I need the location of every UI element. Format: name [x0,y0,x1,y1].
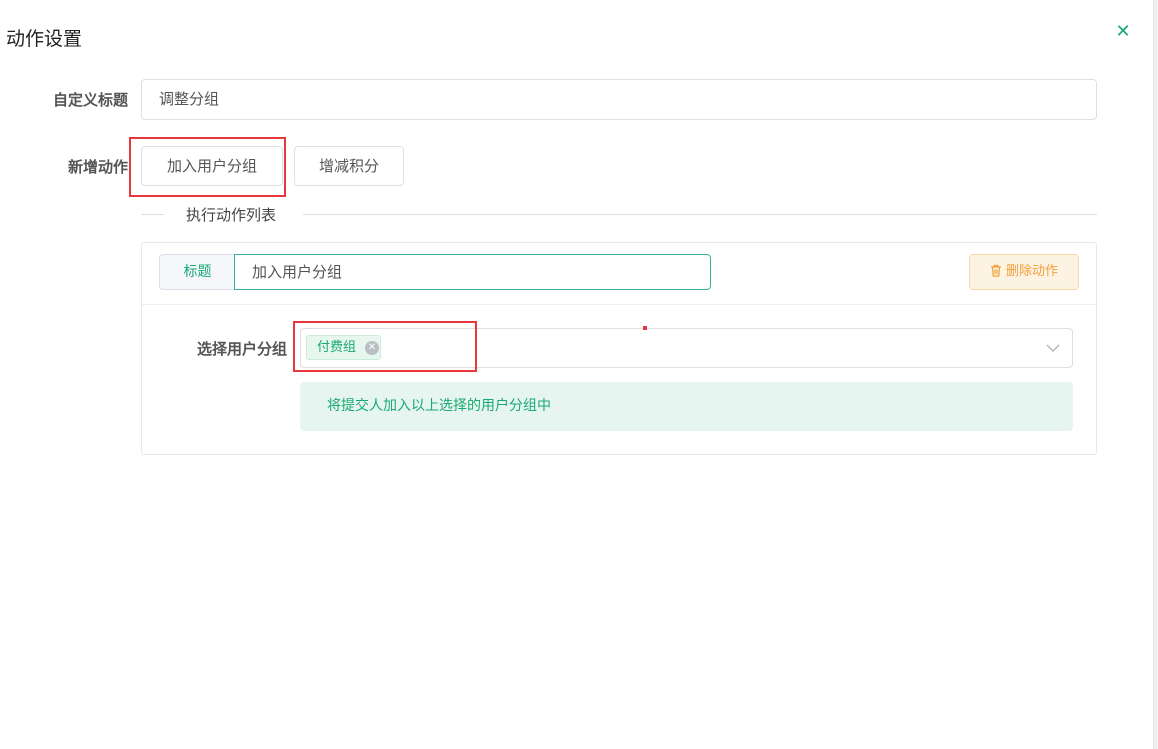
trash-icon [990,264,1001,277]
card-header-divider [142,304,1096,305]
custom-title-input[interactable]: 调整分组 [141,79,1097,120]
chevron-down-icon[interactable] [1046,343,1060,353]
add-user-group-button[interactable]: 加入用户分组 [141,146,283,186]
add-action-label: 新增动作 [67,158,128,176]
custom-title-label: 自定义标题 [52,91,128,109]
action-list-divider-text: 执行动作列表 [186,206,277,224]
user-group-select[interactable] [300,328,1073,368]
window-edge [1153,0,1158,749]
dialog-title: 动作设置 [6,28,83,50]
red-marker [643,326,647,330]
delete-action-label: 删除动作 [1005,264,1058,279]
close-icon[interactable]: ✕ [1113,22,1133,42]
action-title-input[interactable]: 加入用户分组 [234,254,711,290]
divider-line-right [303,214,1097,215]
tag-close-icon[interactable]: ✕ [365,341,379,355]
select-tip-alert: 将提交人加入以上选择的用户分组中 [300,382,1073,431]
action-settings-dialog: 动作设置 ✕ 自定义标题 调整分组 新增动作 加入用户分组 增减积分 执行动作列… [0,0,1153,749]
title-prepend-label: 标题 [159,254,235,290]
delete-action-button[interactable]: 删除动作 [969,254,1079,290]
adjust-points-button[interactable]: 增减积分 [294,146,404,186]
divider-line-left [141,214,164,215]
select-user-group-label: 选择用户分组 [196,340,287,358]
